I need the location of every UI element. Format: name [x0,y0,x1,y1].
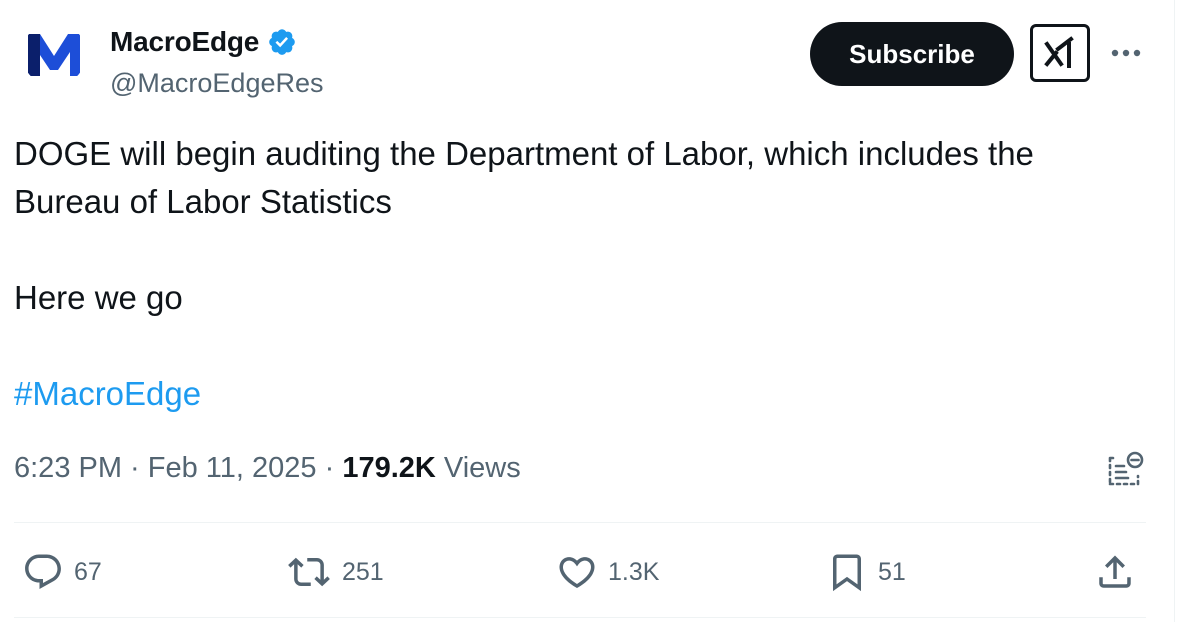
tweet-text: DOGE will begin auditing the Department … [14,130,1144,418]
heart-icon [559,557,595,589]
meta-separator: · [122,452,148,484]
tweet-meta: 6:23 PM · Feb 11, 2025 · 179.2K Views [14,452,521,485]
views-label: Views [443,452,521,484]
bookmark-count: 51 [878,557,906,586]
meta-separator: · [316,452,343,484]
more-options-button[interactable] [1106,36,1146,70]
macroedge-logo-icon [28,34,80,76]
more-options-icon [1111,49,1141,57]
tweet-time[interactable]: 6:23 PM [14,452,122,484]
subscribe-button[interactable]: Subscribe [810,22,1014,86]
tweet-line: Here we go [14,279,183,316]
reply-icon [25,554,61,589]
author-name-row[interactable]: MacroEdge [110,26,297,58]
right-border [1174,0,1175,622]
reply-count: 67 [74,557,102,586]
bookmark-button[interactable]: 51 [826,550,906,594]
like-button[interactable]: 1.3K [556,550,659,594]
divider [14,522,1146,523]
community-notes-button[interactable] [1104,450,1146,492]
views-count: 179.2K [342,452,436,484]
avatar[interactable] [22,22,86,86]
retweet-icon [288,557,330,587]
like-count: 1.3K [608,557,660,586]
author-display-name[interactable]: MacroEdge [110,26,259,58]
retweet-count: 251 [342,557,384,586]
share-button[interactable] [1094,550,1136,594]
retweet-button[interactable]: 251 [286,550,384,594]
tweet-date[interactable]: Feb 11, 2025 [148,452,317,484]
tweet-line: DOGE will begin auditing the Department … [14,135,1034,172]
grok-button[interactable] [1030,24,1090,82]
bookmark-icon [833,554,861,592]
share-icon [1099,555,1131,588]
verified-badge-icon [269,29,295,55]
author-handle[interactable]: @MacroEdgeRes [110,68,324,99]
tweet-line: Bureau of Labor Statistics [14,183,392,220]
grok-icon [1044,36,1074,68]
community-notes-icon [1108,451,1144,486]
hashtag-link[interactable]: #MacroEdge [14,375,201,412]
reply-button[interactable]: 67 [22,550,102,594]
divider [14,617,1146,618]
